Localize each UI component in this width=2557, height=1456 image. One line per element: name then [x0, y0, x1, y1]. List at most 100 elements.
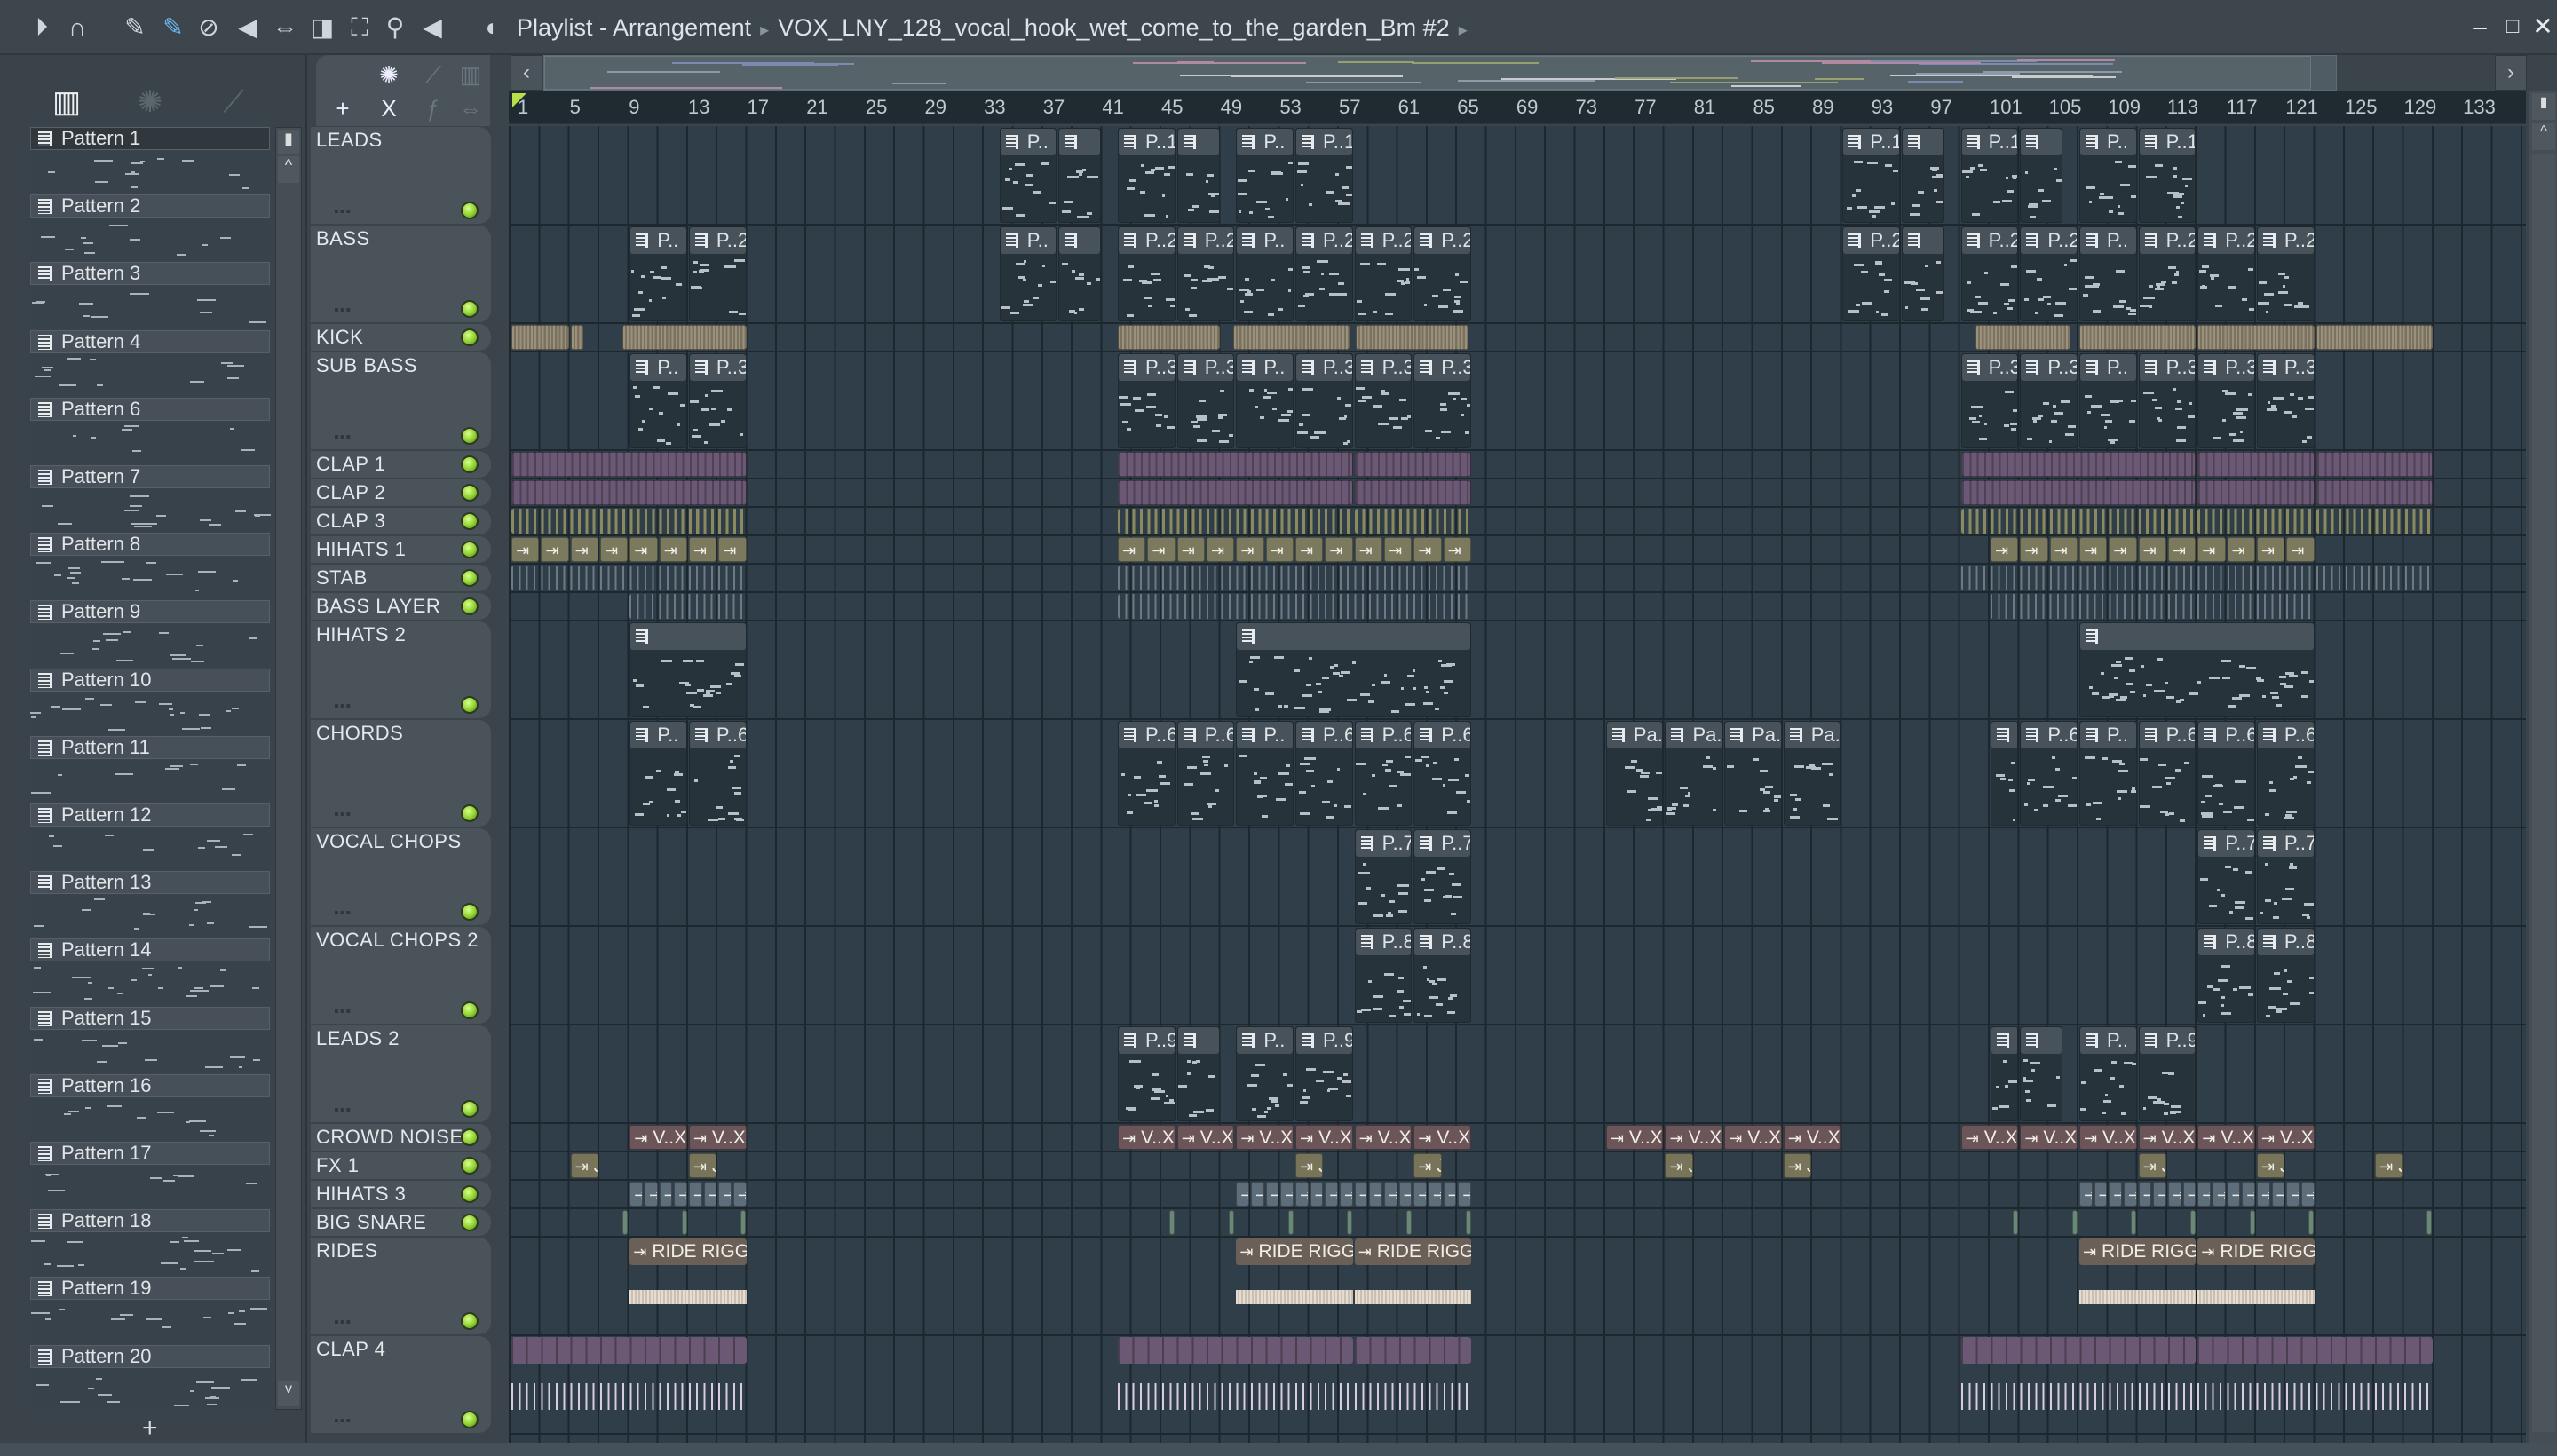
- pattern-clip[interactable]: [1902, 226, 1944, 321]
- track-enable-led[interactable]: [461, 541, 479, 558]
- audio-clip[interactable]: [1960, 480, 2197, 505]
- pattern-clip[interactable]: P..8: [2197, 928, 2255, 1023]
- scroll-top-button[interactable]: ▮: [2532, 93, 2555, 120]
- pattern-clip[interactable]: P..6: [1118, 721, 1176, 826]
- pattern-clip[interactable]: P..: [1236, 226, 1294, 321]
- audio-clip[interactable]: [1960, 1337, 2197, 1432]
- pattern-clip[interactable]: P..: [629, 721, 687, 826]
- audio-clip[interactable]: ⇥: [511, 537, 540, 562]
- pattern-header[interactable]: Pattern 3: [30, 262, 270, 286]
- audio-clip[interactable]: ⇥Ja..: [1294, 1153, 1324, 1178]
- pattern-clip[interactable]: Pa..: [1724, 721, 1782, 826]
- audio-clip[interactable]: ⇥: [629, 1182, 643, 1207]
- pattern-clip[interactable]: P..7: [2256, 829, 2315, 924]
- pattern-clip[interactable]: [1991, 1026, 2019, 1121]
- audio-clip[interactable]: [2197, 1337, 2433, 1432]
- audio-clip[interactable]: ⇥: [2271, 1182, 2285, 1207]
- track-header[interactable]: RIDES ▪▪▪: [311, 1238, 491, 1335]
- audio-clip[interactable]: [1233, 325, 1350, 350]
- pattern-clip[interactable]: P..: [1236, 1026, 1294, 1121]
- audio-clip[interactable]: ⇥: [718, 537, 747, 562]
- audio-clip[interactable]: ⇥Ja..: [1783, 1153, 1812, 1178]
- cut-icon[interactable]: X: [373, 92, 405, 124]
- audio-clip[interactable]: ⇥ V..X: [1176, 1125, 1235, 1150]
- scroll-thumb[interactable]: [2532, 154, 2555, 1432]
- audio-clip[interactable]: [1354, 452, 1471, 477]
- audio-clip[interactable]: ⇥Ja..: [1665, 1153, 1693, 1178]
- audio-clip[interactable]: ⇥: [1354, 1182, 1368, 1207]
- audio-clip[interactable]: [1354, 1337, 1471, 1432]
- audio-clip[interactable]: [1975, 325, 2070, 350]
- audio-clip[interactable]: ⇥RIDE RIGGO: [2078, 1238, 2197, 1333]
- pattern-clip[interactable]: P..3: [2256, 353, 2315, 448]
- audio-clip[interactable]: ⇥: [732, 1182, 747, 1207]
- waveform-icon[interactable]: ✺: [130, 82, 170, 123]
- pattern-header[interactable]: Pattern 14: [30, 938, 270, 962]
- scroll-right-button[interactable]: ›: [2495, 55, 2527, 91]
- paint-icon[interactable]: ✎: [158, 12, 188, 43]
- pattern-list-item[interactable]: Pattern 3: [27, 262, 273, 329]
- audio-clip[interactable]: ⇥: [1325, 537, 1353, 562]
- pattern-list-item[interactable]: Pattern 15: [27, 1006, 273, 1074]
- audio-clip[interactable]: ⇥: [1413, 537, 1442, 562]
- audio-clip[interactable]: ⇥: [1383, 537, 1413, 562]
- title-pattern-name[interactable]: VOX_LNY_128_vocal_hook_wet_come_to_the_g…: [778, 14, 1450, 41]
- track-grip-icon[interactable]: ▪▪▪: [334, 303, 352, 319]
- scroll-up-button[interactable]: ^: [278, 156, 299, 183]
- audio-clip[interactable]: ⇥ V..X: [1605, 1125, 1664, 1150]
- audio-clip[interactable]: ⇥: [1294, 537, 1324, 562]
- audio-clip[interactable]: ⇥: [1354, 537, 1382, 562]
- pattern-header[interactable]: Pattern 7: [30, 465, 270, 488]
- playlist-grid[interactable]: P.. P..1 P.. P..1 P..1 P..1 P.. P..1 P.. P..2 P.. P…: [509, 126, 2526, 1443]
- pattern-list-item[interactable]: Pattern 17: [27, 1142, 273, 1209]
- track-header[interactable]: KICK: [311, 324, 491, 352]
- pattern-header[interactable]: Pattern 16: [30, 1073, 270, 1097]
- audio-clip[interactable]: ⇥ V..X: [2078, 1125, 2137, 1150]
- audio-clip[interactable]: [1354, 480, 1471, 505]
- pattern-clip[interactable]: Pa..: [1605, 721, 1664, 826]
- track-enable-led[interactable]: [461, 1157, 479, 1175]
- audio-clip[interactable]: [2316, 325, 2433, 350]
- pattern-clip[interactable]: [2020, 1026, 2063, 1121]
- audio-clip[interactable]: [511, 1337, 747, 1432]
- audio-clip[interactable]: [2197, 509, 2315, 534]
- scroll-down-button[interactable]: v: [278, 1381, 299, 1406]
- pattern-list-item[interactable]: Pattern 14: [27, 938, 273, 1006]
- pattern-list-item[interactable]: Pattern 11: [27, 735, 273, 803]
- track-header[interactable]: CLAP 1: [311, 451, 491, 479]
- pattern-clip[interactable]: Pa..: [1665, 721, 1723, 826]
- audio-clip[interactable]: ⇥ V..X: [1665, 1125, 1723, 1150]
- audio-clip[interactable]: ⇥: [659, 537, 687, 562]
- pattern-list-item[interactable]: Pattern 7: [27, 465, 273, 533]
- audio-clip[interactable]: [2426, 1210, 2433, 1235]
- audio-clip[interactable]: ⇥ V..X: [629, 1125, 687, 1150]
- audio-clip[interactable]: ⇥: [2138, 537, 2166, 562]
- scroll-up-button[interactable]: ^: [2532, 123, 2555, 150]
- pattern-menu-arrow-icon[interactable]: ▸: [1459, 20, 1468, 40]
- track-header[interactable]: HIHATS 1: [311, 536, 491, 564]
- audio-clip[interactable]: ⇥: [1428, 1182, 1442, 1207]
- track-grip-icon[interactable]: ▪▪▪: [334, 1103, 352, 1119]
- select-icon[interactable]: ⛶: [344, 12, 375, 43]
- audio-clip[interactable]: [2316, 452, 2433, 477]
- track-header[interactable]: BIG SNARE: [311, 1209, 491, 1237]
- track-header[interactable]: CHORDS ▪▪▪: [311, 720, 491, 827]
- audio-clip[interactable]: ⇥: [2256, 1182, 2270, 1207]
- track-header[interactable]: CLAP 3: [311, 508, 491, 535]
- audio-clip[interactable]: [1118, 480, 1353, 505]
- audio-clip[interactable]: [1118, 594, 1471, 619]
- audio-clip[interactable]: ⇥: [541, 537, 569, 562]
- audio-clip[interactable]: [2071, 1210, 2078, 1235]
- pattern-clip[interactable]: P..2: [1413, 226, 1471, 321]
- audio-clip[interactable]: [1287, 1210, 1294, 1235]
- audio-clip[interactable]: ⇥: [2256, 537, 2285, 562]
- pattern-clip[interactable]: [1176, 1026, 1220, 1121]
- audio-clip[interactable]: ⇥: [644, 1182, 658, 1207]
- pattern-clip[interactable]: P..3: [1176, 353, 1235, 448]
- audio-clip[interactable]: ⇥: [688, 1182, 702, 1207]
- audio-clip[interactable]: [621, 1210, 628, 1235]
- track-enable-led[interactable]: [461, 202, 479, 219]
- pattern-clip[interactable]: P..3: [1960, 353, 2019, 448]
- pattern-clip[interactable]: P..6: [688, 721, 747, 826]
- pattern-list-item[interactable]: Pattern 10: [27, 668, 273, 736]
